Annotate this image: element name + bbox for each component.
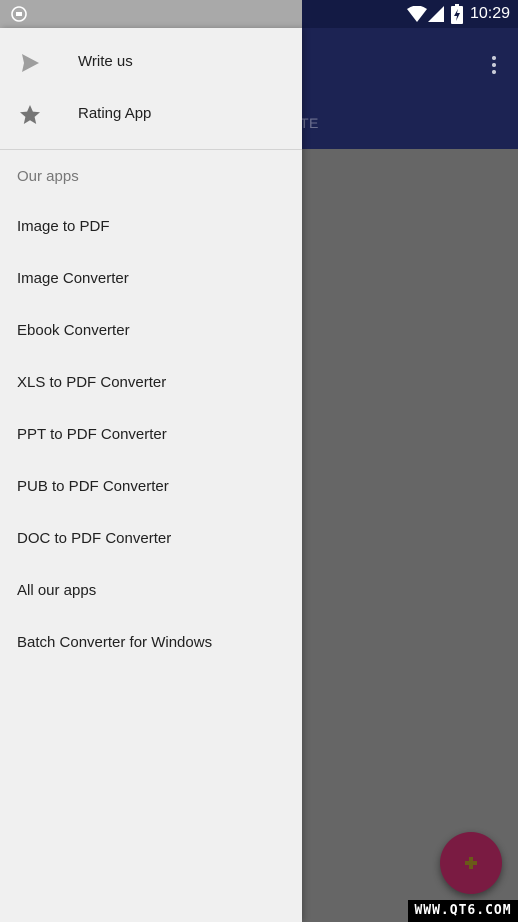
overflow-menu-icon[interactable] xyxy=(484,54,504,78)
app-link-label: Batch Converter for Windows xyxy=(17,634,213,651)
app-link-image-to-pdf[interactable]: Image to PDF xyxy=(0,202,302,254)
app-link-label: DOC to PDF Converter xyxy=(17,530,172,547)
app-link-label: XLS to PDF Converter xyxy=(17,374,167,391)
app-link-batch-converter[interactable]: Batch Converter for Windows xyxy=(0,618,302,670)
star-icon xyxy=(20,105,40,124)
rating-app-label: Rating App xyxy=(78,105,152,122)
app-link-label: PUB to PDF Converter xyxy=(17,478,169,495)
site-watermark: WWW.QT6.COM xyxy=(408,900,518,922)
app-link-pub-to-pdf[interactable]: PUB to PDF Converter xyxy=(0,462,302,514)
send-icon xyxy=(22,54,39,72)
app-link-label: Image Converter xyxy=(17,270,129,287)
app-link-label: PPT to PDF Converter xyxy=(17,426,167,443)
wifi-icon xyxy=(407,6,427,22)
signal-icon xyxy=(428,6,444,22)
write-us-item[interactable]: Write us xyxy=(0,37,302,89)
status-clock: 10:29 xyxy=(470,5,511,22)
battery-charging-icon xyxy=(451,4,463,24)
add-fab-button[interactable] xyxy=(440,832,502,894)
app-link-xls-to-pdf[interactable]: XLS to PDF Converter xyxy=(0,358,302,410)
rating-app-item[interactable]: Rating App xyxy=(0,89,302,141)
drawer-divider xyxy=(0,149,302,150)
app-tab-label[interactable]: TE xyxy=(300,115,319,131)
app-link-label: Image to PDF xyxy=(17,218,110,235)
app-notification-icon xyxy=(11,6,27,22)
plus-icon xyxy=(465,857,477,869)
app-link-ebook-converter[interactable]: Ebook Converter xyxy=(0,306,302,358)
app-link-image-converter[interactable]: Image Converter xyxy=(0,254,302,306)
status-bar: 10:29 xyxy=(0,0,518,28)
navigation-drawer: Write us Rating App Our apps Image to PD… xyxy=(0,28,302,922)
app-link-label: Ebook Converter xyxy=(17,322,130,339)
app-link-label: All our apps xyxy=(17,582,97,599)
app-link-doc-to-pdf[interactable]: DOC to PDF Converter xyxy=(0,514,302,566)
our-apps-header: Our apps xyxy=(17,168,79,185)
app-link-ppt-to-pdf[interactable]: PPT to PDF Converter xyxy=(0,410,302,462)
write-us-label: Write us xyxy=(78,53,133,70)
app-link-all-our-apps[interactable]: All our apps xyxy=(0,566,302,618)
